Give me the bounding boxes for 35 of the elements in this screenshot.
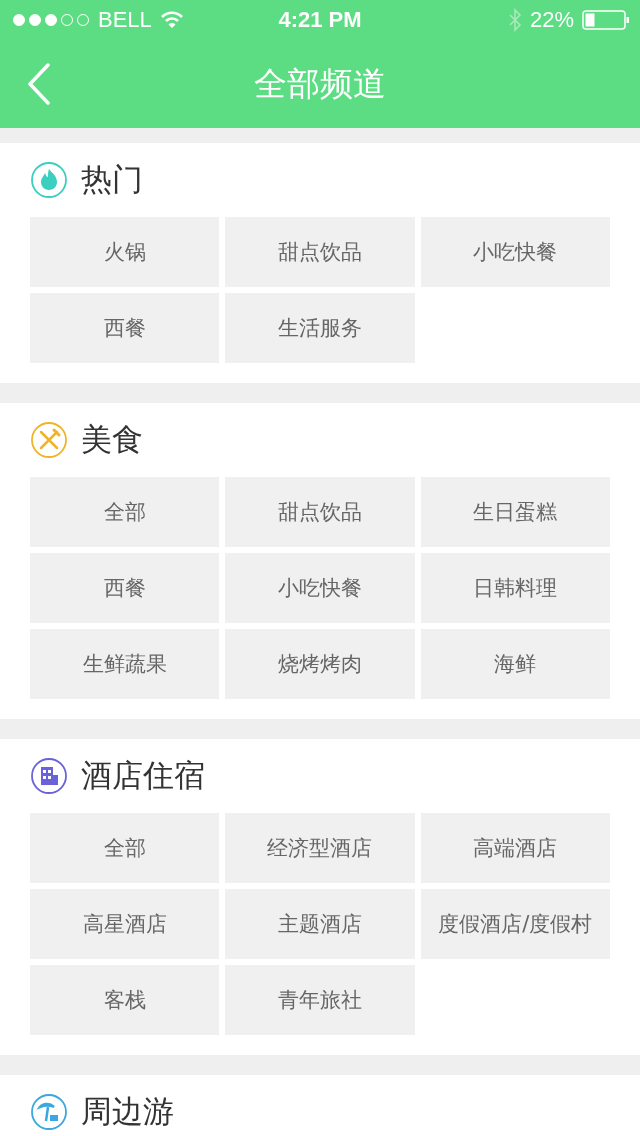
category-button[interactable]: 客栈	[30, 965, 220, 1035]
category-button[interactable]: 甜点饮品	[225, 477, 415, 547]
category-button[interactable]: 西餐	[30, 553, 220, 623]
category-button[interactable]: 高端酒店	[420, 813, 610, 883]
category-button[interactable]: 小吃快餐	[225, 553, 415, 623]
section-title: 热门	[81, 160, 143, 199]
category-button[interactable]: 海鲜	[420, 629, 610, 699]
category-button[interactable]: 西餐	[30, 293, 220, 363]
category-button[interactable]: 全部	[30, 477, 220, 547]
category-button[interactable]: 全部	[30, 813, 220, 883]
category-button[interactable]: 生活服务	[225, 293, 415, 363]
category-button[interactable]: 生日蛋糕	[420, 477, 610, 547]
category-button[interactable]: 度假酒店/度假村	[420, 889, 610, 959]
carrier-name: BELL	[98, 7, 152, 33]
wifi-icon	[159, 11, 184, 29]
category-button[interactable]: 高星酒店	[30, 889, 220, 959]
clock-time: 4:21 PM	[278, 7, 362, 33]
signal-icon	[12, 13, 90, 27]
category-button[interactable]: 甜点饮品	[225, 217, 415, 287]
bluetooth-icon	[507, 8, 522, 32]
category-button[interactable]: 日韩料理	[420, 553, 610, 623]
category-button[interactable]: 主题酒店	[225, 889, 415, 959]
category-button[interactable]: 烧烤烤肉	[225, 629, 415, 699]
section-title: 美食	[81, 420, 143, 459]
category-button[interactable]: 小吃快餐	[420, 217, 610, 287]
section-title: 周边游	[81, 1092, 174, 1131]
page-title: 全部频道	[254, 62, 386, 105]
category-button[interactable]: 生鲜蔬果	[30, 629, 220, 699]
battery-icon	[582, 10, 630, 30]
back-button[interactable]	[26, 63, 52, 105]
battery-percent: 22%	[529, 7, 574, 33]
category-button[interactable]: 火锅	[30, 217, 220, 287]
section-title: 酒店住宿	[81, 756, 205, 795]
category-button[interactable]: 青年旅社	[225, 965, 415, 1035]
category-button[interactable]: 经济型酒店	[225, 813, 415, 883]
